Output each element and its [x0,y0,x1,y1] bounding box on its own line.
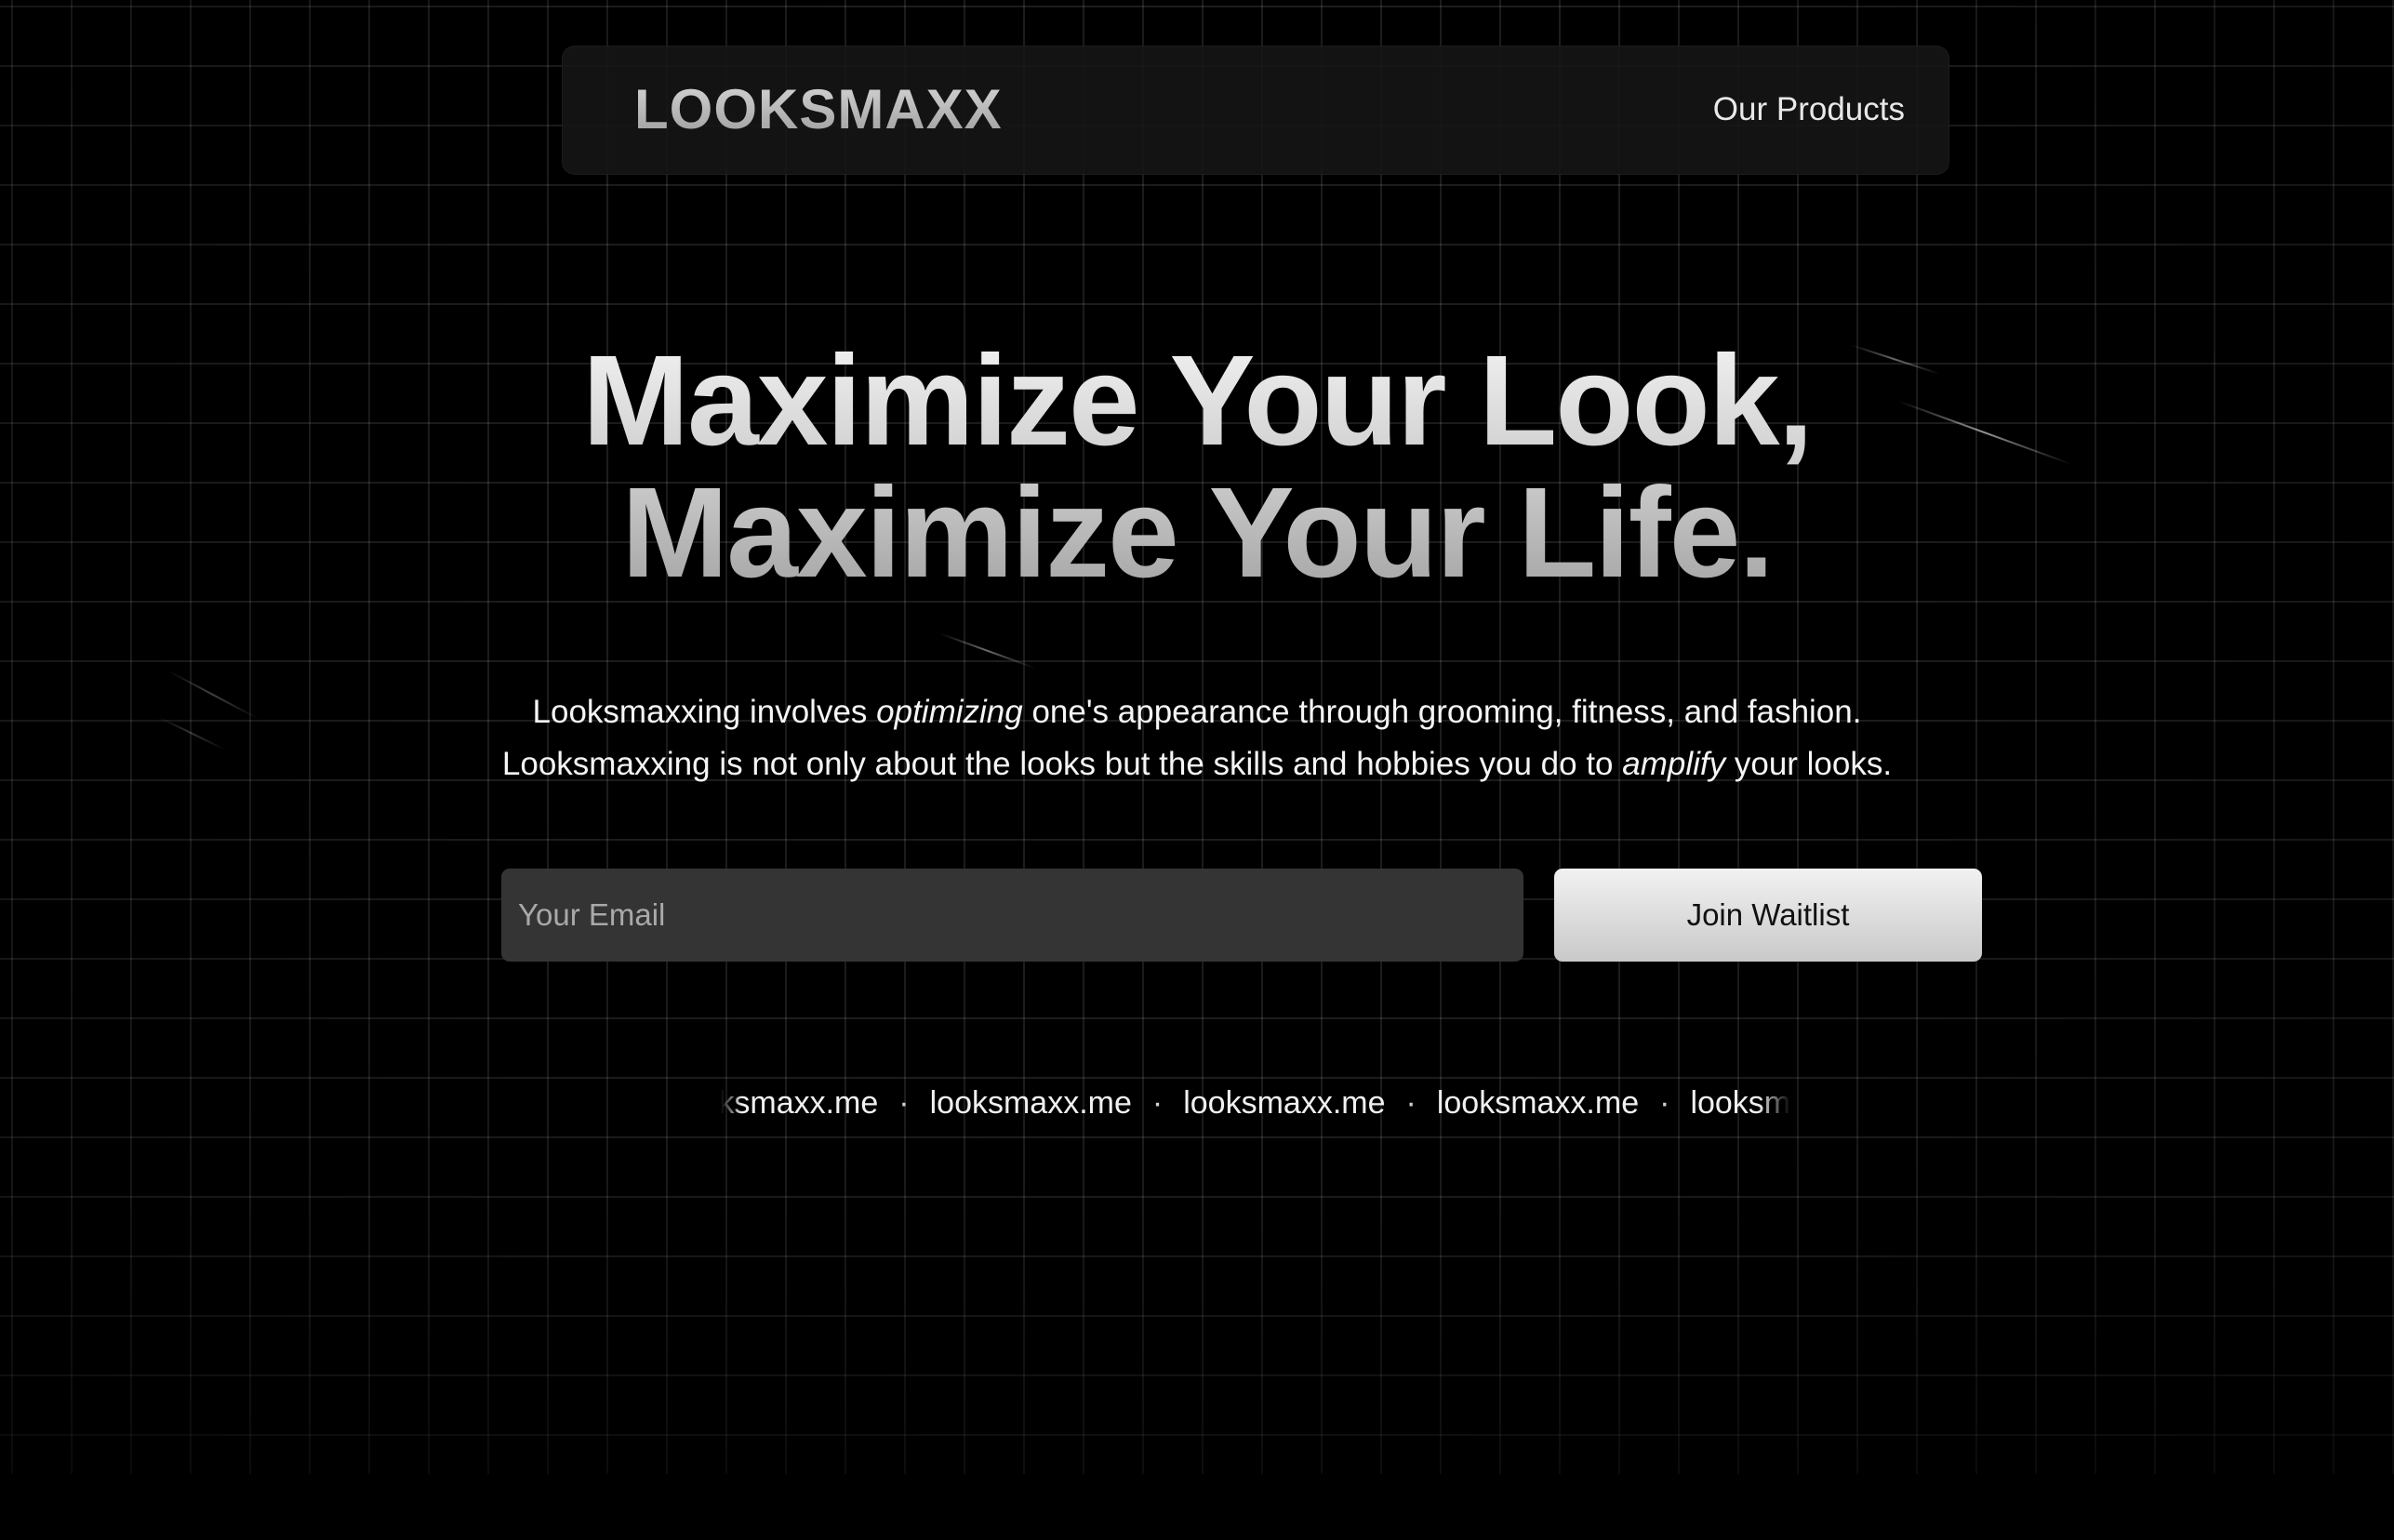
marquee-track: looksmaxx.me · looksmaxx.me · looksmaxx.me · l… [721,1081,1790,1125]
marquee-separator: · [1659,1085,1670,1121]
top-navbar: LOOKSMAXX Our Products [562,46,1949,175]
marquee-item: looksmaxx.me [1436,1085,1640,1121]
description-emphasis: optimizing [876,694,1023,730]
headline-line-1: Maximize Your Look, [582,329,1812,472]
hero-description: Looksmaxxing involves optimizing one's a… [0,686,2394,790]
nav-link-our-products[interactable]: Our Products [1713,90,1905,129]
description-text: one's appearance through grooming, fitne… [1022,694,1862,730]
description-line-1: Looksmaxxing involves optimizing one's a… [0,686,2394,738]
hero-headline: Maximize Your Look, Maximize Your Life. [0,335,2394,599]
marquee-separator: · [1405,1085,1416,1121]
marquee-item: looksmaxx.me [1690,1085,1790,1121]
description-text: your looks. [1725,746,1893,782]
email-input[interactable] [501,869,1523,962]
landing-page: LOOKSMAXX Our Products Maximize Your Loo… [0,0,2394,1540]
marquee-item: looksmaxx.me [721,1085,879,1121]
bottom-band [0,1474,2394,1540]
description-text: Looksmaxxing involves [532,694,877,730]
description-line-2: Looksmaxxing is not only about the looks… [0,738,2394,790]
domain-marquee: looksmaxx.me · looksmaxx.me · looksmaxx.me · l… [721,1081,1790,1127]
brand-logo[interactable]: LOOKSMAXX [634,77,1003,142]
description-text: Looksmaxxing is not only about the looks… [501,746,1623,782]
marquee-item: looksmaxx.me [929,1085,1132,1121]
marquee-item: looksmaxx.me [1183,1085,1386,1121]
marquee-separator: · [1151,1085,1164,1121]
headline-line-2: Maximize Your Life. [621,461,1773,604]
join-waitlist-button[interactable]: Join Waitlist [1554,869,1982,962]
marquee-separator: · [898,1085,910,1121]
description-emphasis: amplify [1622,746,1726,782]
